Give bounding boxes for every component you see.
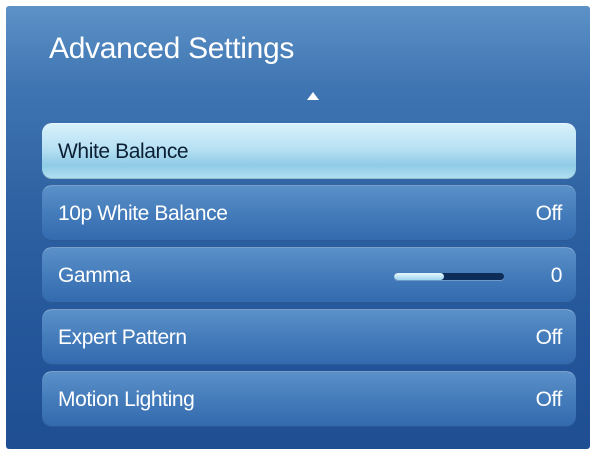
menu-item-label: Expert Pattern [58,325,187,349]
menu-item-label: Motion Lighting [58,387,195,411]
gamma-slider-fill [394,272,444,280]
menu-item-label: 10p White Balance [58,201,228,225]
menu-item-value: 0 [550,263,563,287]
menu-item-10p-white-balance[interactable]: 10p White Balance Off [42,185,576,241]
settings-menu: White Balance 10p White Balance Off Gamm… [42,123,576,433]
menu-item-white-balance[interactable]: White Balance [42,123,576,179]
menu-item-label: White Balance [58,139,189,163]
menu-item-value: Off [535,201,563,225]
up-triangle-icon[interactable] [307,92,319,100]
menu-item-value: Off [535,387,563,411]
menu-item-value: Off [535,325,563,349]
menu-item-label: Gamma [58,263,131,287]
gamma-slider[interactable] [394,272,504,280]
menu-item-expert-pattern[interactable]: Expert Pattern Off [42,309,576,365]
menu-item-gamma[interactable]: Gamma 0 [42,247,576,303]
advanced-settings-panel: Advanced Settings White Balance 10p Whit… [6,6,590,449]
page-title: Advanced Settings [49,32,295,65]
menu-item-motion-lighting[interactable]: Motion Lighting Off [42,371,576,427]
